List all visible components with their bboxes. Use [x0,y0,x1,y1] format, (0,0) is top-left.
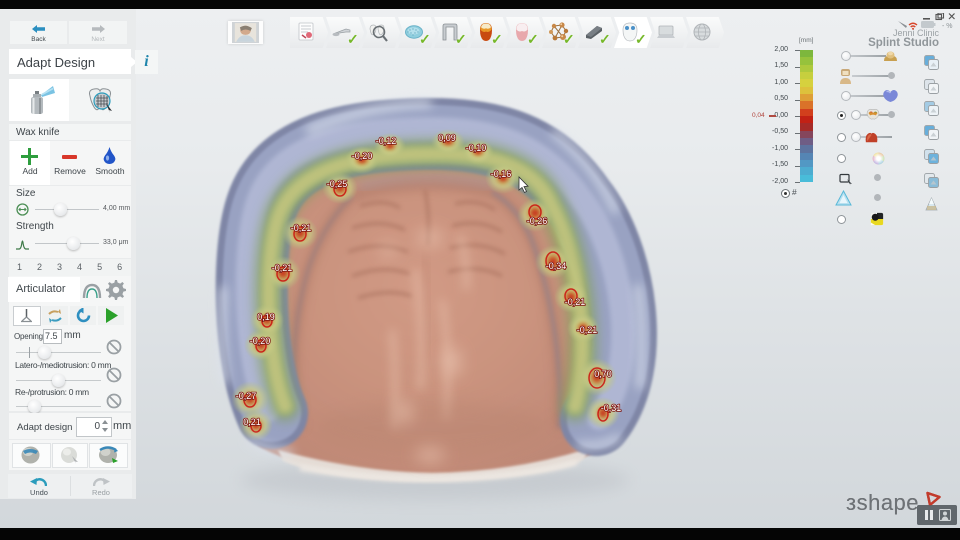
svg-text:0,70: 0,70 [594,369,612,379]
svg-text:-0,26: -0,26 [527,216,548,226]
svg-text:0,21: 0,21 [243,417,261,427]
svg-text:-0,27: -0,27 [236,391,257,401]
svg-text:0,19: 0,19 [257,312,275,322]
svg-text:-0,21: -0,21 [577,325,598,335]
svg-text:-0,34: -0,34 [546,261,567,271]
svg-text:-0,12: -0,12 [376,136,397,146]
svg-text:- %: - % [942,23,953,30]
svg-text:-0,20: -0,20 [250,336,271,346]
svg-text:-0,25: -0,25 [327,179,348,189]
svg-text:-0,10: -0,10 [466,143,487,153]
svg-text:-0,21: -0,21 [565,297,586,307]
svg-text:-0,21: -0,21 [272,263,293,273]
svg-text:-0,21: -0,21 [291,223,312,233]
svg-text:-0,16: -0,16 [491,169,512,179]
svg-text:-0,20: -0,20 [352,151,373,161]
svg-text:0,09: 0,09 [438,133,456,143]
svg-text:-0,31: -0,31 [601,403,622,413]
